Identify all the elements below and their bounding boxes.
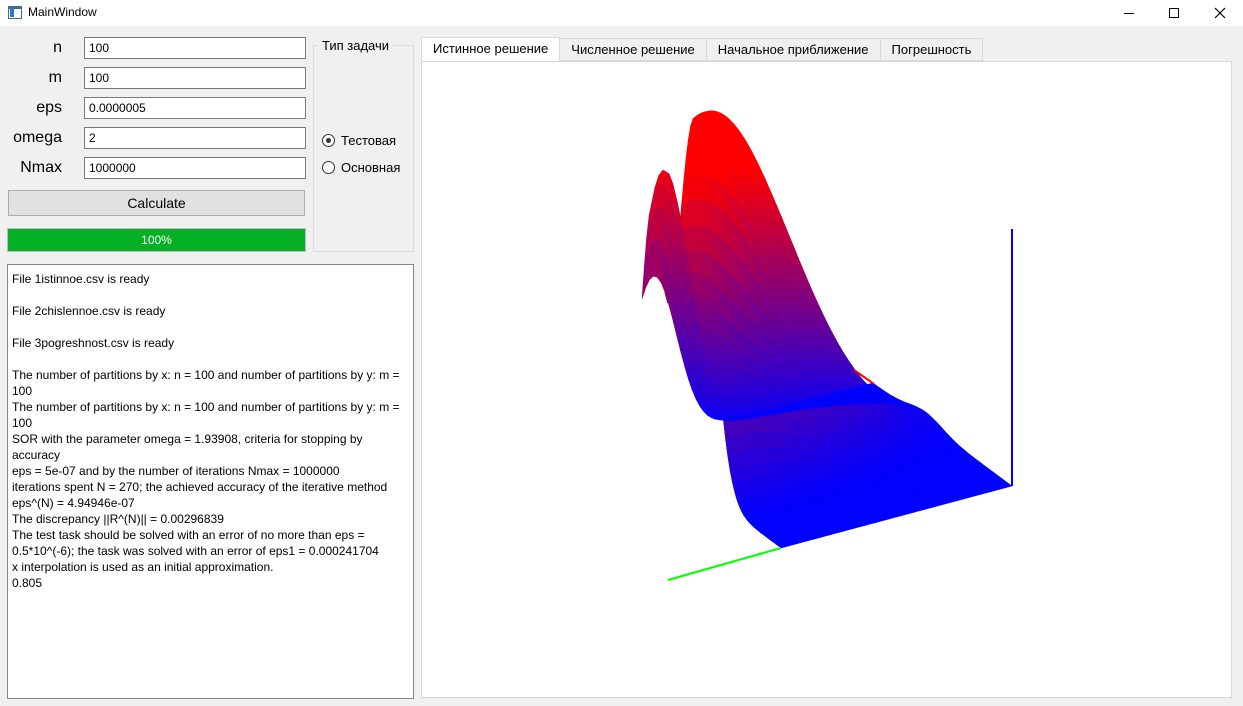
- log-line: 100: [12, 416, 33, 430]
- minimize-button[interactable]: [1106, 0, 1152, 26]
- log-line: eps^(N) = 4.94946e-07: [12, 496, 135, 510]
- log-line: x interpolation is used as an initial ap…: [12, 560, 274, 574]
- nmax-label: Nmax: [20, 159, 62, 176]
- log-line: eps = 5e-07 and by the number of iterati…: [12, 464, 340, 478]
- log-line: The number of partitions by x: n = 100 a…: [12, 368, 400, 382]
- log-output[interactable]: File 1istinnoe.csv is ready File 2chislen…: [7, 264, 414, 699]
- omega-input[interactable]: 2: [84, 127, 306, 149]
- log-line: The number of partitions by x: n = 100 a…: [12, 400, 400, 414]
- plot-panel[interactable]: [421, 61, 1232, 698]
- n-input[interactable]: 100: [84, 37, 306, 59]
- radio-test[interactable]: Тестовая: [322, 132, 396, 148]
- title-bar: MainWindow: [0, 0, 1243, 26]
- log-line: 100: [12, 384, 33, 398]
- tab-initial-approximation[interactable]: Начальное приближение: [706, 38, 881, 61]
- maximize-icon: [1169, 8, 1179, 18]
- log-line: 0.5*10^(-6); the task was solved with an…: [12, 544, 379, 558]
- surface-mesh: [641, 110, 1013, 549]
- log-line: iterations spent N = 270; the achieved a…: [12, 480, 388, 494]
- maximize-button[interactable]: [1151, 0, 1197, 26]
- log-line: File 3pogreshnost.csv is ready: [12, 336, 175, 350]
- progress-bar: 100%: [7, 228, 306, 252]
- close-button[interactable]: [1197, 0, 1243, 26]
- app-icon: [8, 6, 22, 19]
- calculate-button[interactable]: Calculate: [8, 190, 305, 216]
- log-line: 0.805: [12, 576, 43, 590]
- log-line: The test task should be solved with an e…: [12, 528, 365, 542]
- omega-label: omega: [13, 129, 62, 146]
- minimize-icon: [1124, 12, 1134, 14]
- window-title: MainWindow: [28, 5, 97, 19]
- radio-main-indicator[interactable]: [322, 160, 335, 174]
- tab-true-solution[interactable]: Истинное решение: [421, 37, 561, 61]
- m-input[interactable]: 100: [84, 67, 306, 89]
- task-type-title: Тип задачи: [318, 38, 394, 53]
- tab-error[interactable]: Погрешность: [880, 38, 984, 61]
- m-label: m: [48, 69, 62, 86]
- tab-numerical-solution[interactable]: Численное решение: [560, 38, 707, 61]
- close-icon: [1214, 7, 1226, 19]
- radio-main[interactable]: Основная: [322, 159, 400, 175]
- task-type-group: [313, 45, 414, 252]
- log-line: The discrepancy ||R^(N)|| = 0.00296839: [12, 512, 224, 526]
- n-label: n: [53, 39, 62, 56]
- surface-plot[interactable]: [422, 62, 1232, 698]
- log-line: File 2chislennoe.csv is ready: [12, 304, 166, 318]
- log-line: File 1istinnoe.csv is ready: [12, 272, 150, 286]
- y-axis: [667, 547, 782, 581]
- nmax-input[interactable]: 1000000: [84, 157, 306, 179]
- radio-main-label: Основная: [341, 159, 401, 175]
- log-line: SOR with the parameter omega = 1.93908, …: [12, 432, 366, 462]
- radio-test-indicator[interactable]: [322, 133, 335, 147]
- progress-text: 100%: [141, 233, 172, 247]
- tab-bar: Истинное решение Численное решение Начал…: [421, 37, 984, 61]
- eps-label: eps: [36, 99, 62, 116]
- radio-test-label: Тестовая: [341, 132, 397, 148]
- eps-input[interactable]: 0.0000005: [84, 97, 306, 119]
